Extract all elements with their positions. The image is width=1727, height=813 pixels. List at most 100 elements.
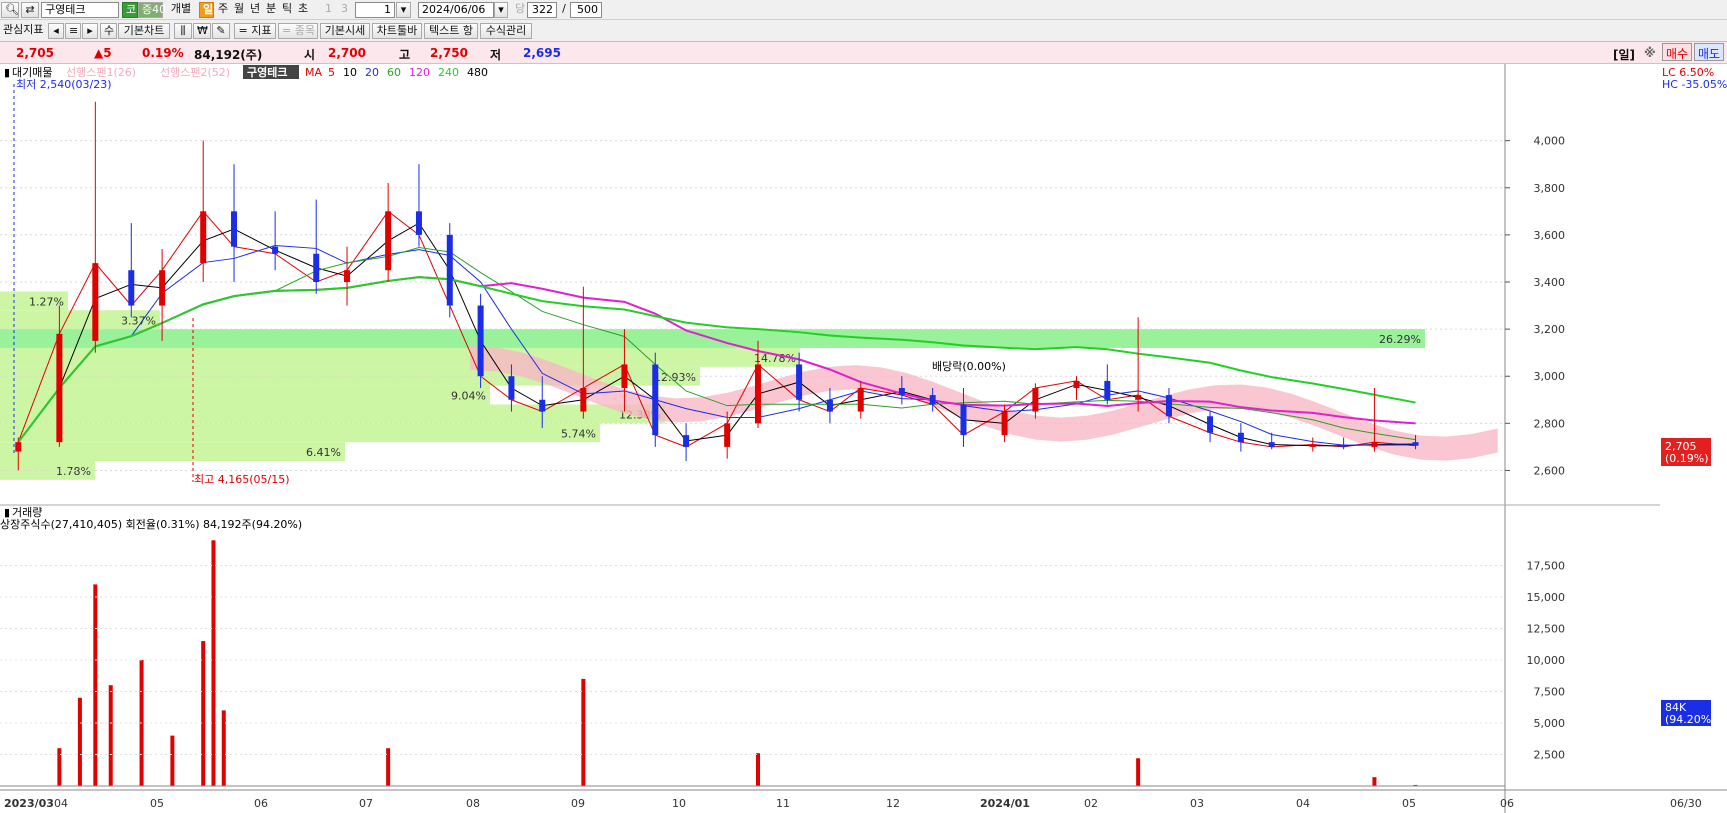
date-tick-label: 07 bbox=[359, 797, 373, 810]
chart-type-button[interactable]: ⫼ bbox=[174, 23, 192, 39]
count-label: 당 bbox=[515, 2, 526, 15]
volume-tick-label: 15,000 bbox=[1527, 591, 1566, 604]
date-tick-label: 03 bbox=[1190, 797, 1204, 810]
tools-button[interactable]: ✎ bbox=[212, 23, 230, 39]
period-week[interactable]: 주 bbox=[215, 2, 230, 18]
ma-legend: 5 10 20 60 120 240 480 bbox=[328, 66, 488, 79]
period-tick[interactable]: 틱 bbox=[279, 2, 294, 18]
tab-day[interactable]: [일] bbox=[1613, 46, 1635, 63]
gear-icon[interactable]: ※ bbox=[1644, 46, 1656, 60]
period-second[interactable]: 초 bbox=[295, 2, 310, 18]
candle-body bbox=[200, 211, 207, 264]
candle-body bbox=[446, 234, 453, 306]
sub-label[interactable]: 개별 bbox=[166, 2, 196, 18]
ma-legend-period: 5 bbox=[328, 66, 335, 79]
list-button[interactable]: ≡ bbox=[65, 23, 81, 39]
supply-zone bbox=[0, 404, 665, 424]
supply-zone bbox=[0, 423, 600, 443]
chart-toolbar-button[interactable]: 차트툴바 bbox=[372, 23, 422, 39]
candle-body bbox=[1237, 432, 1244, 443]
supply-zone-label: 26.29% bbox=[1379, 333, 1421, 346]
stock-button[interactable]: = 종목 bbox=[278, 23, 318, 39]
buy-button[interactable]: 매수 bbox=[1662, 43, 1693, 61]
basic-quote-button[interactable]: 기본시세 bbox=[320, 23, 370, 39]
volume-bar bbox=[57, 748, 62, 786]
price-chart[interactable]: 1.78%6.41%5.74%12.30%9.04%12.93%14.78%26… bbox=[0, 64, 1727, 813]
chevron-down-icon: ▾ bbox=[400, 3, 407, 16]
date-tick-label: 06 bbox=[254, 797, 268, 810]
volume-tick-label: 12,500 bbox=[1527, 623, 1566, 636]
candle-body bbox=[1165, 395, 1172, 417]
date-input[interactable]: 2024/06/06 bbox=[418, 2, 494, 18]
volume-bar bbox=[211, 540, 216, 786]
current-volume-pct: (94.20%) bbox=[1665, 713, 1716, 726]
formula-button[interactable]: 수식관리 bbox=[480, 23, 532, 39]
basic-chart-button[interactable]: 기본차트 bbox=[118, 23, 170, 39]
refresh-button[interactable]: ⇄ bbox=[21, 2, 39, 18]
period-day[interactable]: 일 bbox=[199, 2, 214, 18]
prev-button[interactable]: ◂ bbox=[48, 23, 64, 39]
stock-legend[interactable]: 구영테크 bbox=[247, 65, 287, 79]
interval-input[interactable]: 1 bbox=[355, 2, 395, 18]
date-tick-label: 04 bbox=[54, 797, 68, 810]
period-minute[interactable]: 분 bbox=[263, 2, 278, 18]
low-label: 저 bbox=[490, 48, 502, 62]
candle-body bbox=[960, 404, 967, 436]
candle-body bbox=[508, 376, 515, 400]
volume-bar bbox=[1372, 777, 1377, 786]
period-month[interactable]: 월 bbox=[231, 2, 246, 18]
date-axis: 2023/03 04 05 06 07 08 09 10 11 12 2024/01 02 03 04 05… bbox=[0, 789, 1727, 810]
text-button[interactable]: 텍스트 항 bbox=[424, 23, 478, 39]
date-tick-label: 06 bbox=[1500, 797, 1514, 810]
candle-body bbox=[621, 364, 628, 388]
candle-body bbox=[477, 305, 484, 377]
volume-bars bbox=[57, 540, 1418, 786]
interval-3[interactable]: 3 bbox=[338, 2, 350, 18]
indicator-button[interactable]: = 지표 bbox=[234, 23, 276, 39]
price-tick-label: 3,400 bbox=[1534, 276, 1566, 289]
price-change: ▲5 bbox=[94, 46, 112, 60]
ma-legend-period: 120 bbox=[409, 66, 430, 79]
date-tick-label: 10 bbox=[672, 797, 686, 810]
interval-1[interactable]: 1 bbox=[322, 2, 334, 18]
volume-bar bbox=[77, 697, 82, 786]
volume-tick-label: 10,000 bbox=[1527, 654, 1566, 667]
candle-body bbox=[683, 435, 690, 447]
candle-body bbox=[231, 211, 238, 247]
candle-body bbox=[1371, 442, 1378, 447]
price-tick-label: 3,000 bbox=[1534, 370, 1566, 383]
date-tick-label: 06/30 bbox=[1670, 797, 1702, 810]
candle-body bbox=[272, 246, 279, 254]
date-tick-label: 2024/01 bbox=[980, 797, 1030, 810]
supply-zone-label: 6.41% bbox=[306, 446, 341, 459]
volume-info: 상장주식수(27,410,405) 회전율(0.31%) 84,192주(94.… bbox=[0, 518, 302, 531]
supply-zone-label: 5.74% bbox=[561, 427, 596, 440]
volume-axis: 17,500 15,000 12,500 10,000 7,500 5,000 2,500 bbox=[0, 560, 1565, 787]
stock-name-input[interactable]: 구영테크 bbox=[41, 2, 119, 18]
candle-body bbox=[128, 270, 135, 306]
currency-button[interactable]: ₩ bbox=[193, 23, 211, 39]
supply-zone-label: 1.78% bbox=[56, 465, 91, 478]
date-tick-label: 2023/03 bbox=[4, 797, 54, 810]
sell-button[interactable]: 매도 bbox=[1694, 43, 1725, 61]
date-dropdown[interactable]: ▾ bbox=[494, 2, 508, 18]
span2-legend[interactable]: 선행스팬2(52) bbox=[160, 66, 230, 79]
period-year[interactable]: 년 bbox=[247, 2, 262, 18]
search-button[interactable]: 🔍︎ bbox=[1, 2, 19, 18]
total-input[interactable]: 500 bbox=[570, 2, 602, 18]
count-input[interactable]: 322 bbox=[527, 2, 557, 18]
candle-body bbox=[1104, 380, 1111, 400]
ma-legend-label[interactable]: MA bbox=[305, 66, 322, 79]
supply-legend-marker: ▮ bbox=[4, 66, 10, 79]
open-label: 시 bbox=[304, 48, 316, 62]
next-button[interactable]: ▸ bbox=[82, 23, 98, 39]
su-button[interactable]: 수 bbox=[100, 23, 117, 39]
indicators-label[interactable]: 관심지표 bbox=[0, 23, 46, 39]
candle-icon: ⫼ bbox=[180, 24, 186, 37]
price-tick-label: 3,600 bbox=[1534, 229, 1566, 242]
wrench-icon: ✎ bbox=[216, 24, 226, 37]
candle-body bbox=[755, 364, 761, 424]
price-tick-label: 2,600 bbox=[1534, 464, 1566, 477]
count-slash: / bbox=[562, 2, 566, 15]
interval-dropdown[interactable]: ▾ bbox=[396, 2, 411, 18]
